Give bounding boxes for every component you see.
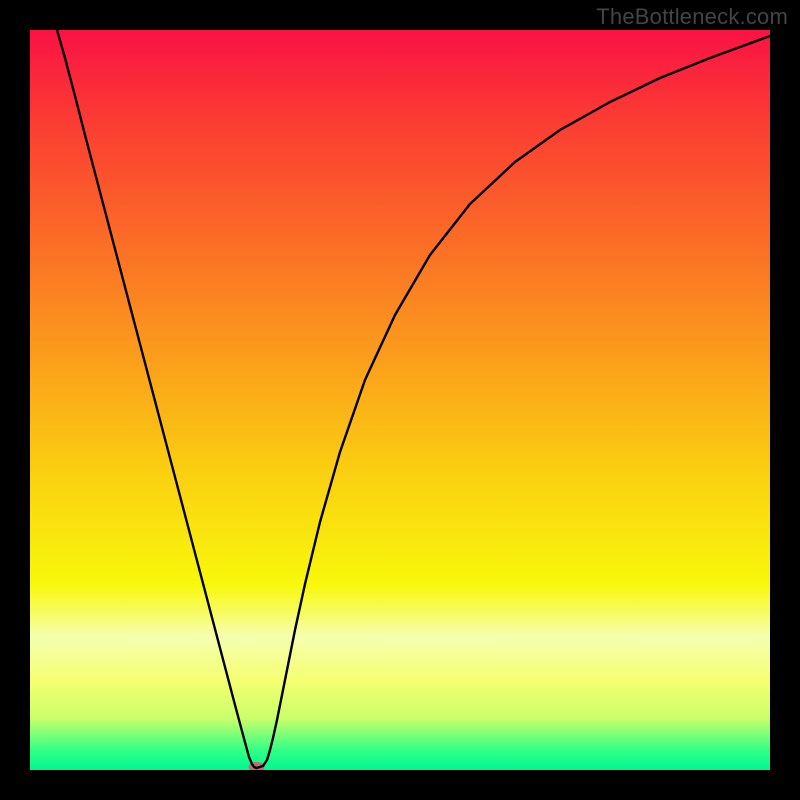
chart-frame: TheBottleneck.com (0, 0, 800, 800)
plot-background (30, 30, 770, 770)
watermark-text: TheBottleneck.com (596, 4, 788, 30)
plot-area (30, 30, 770, 770)
plot-svg (30, 30, 770, 770)
